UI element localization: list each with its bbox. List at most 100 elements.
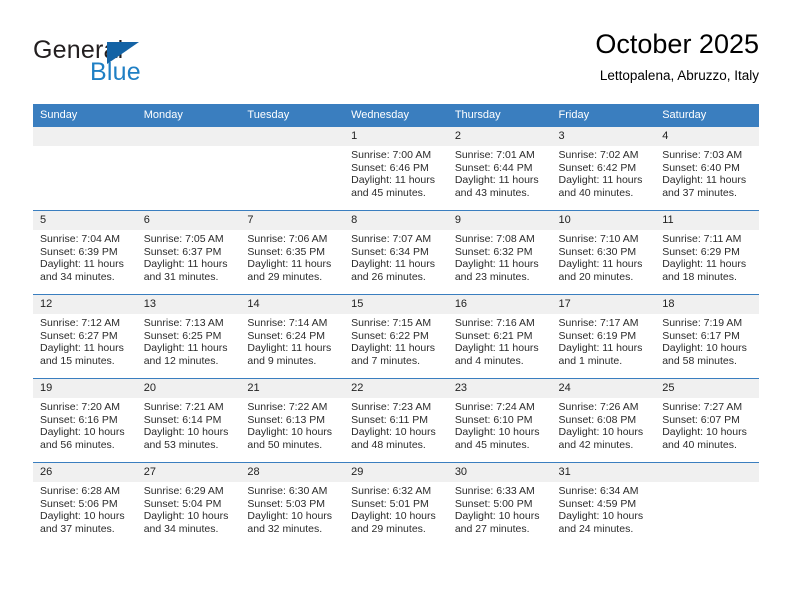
- sunset-text: Sunset: 4:59 PM: [558, 497, 637, 510]
- sunset-text: Sunset: 5:01 PM: [351, 497, 429, 510]
- sunrise-text: Sunrise: 7:02 AM: [558, 149, 639, 161]
- day-number: 25: [655, 379, 759, 398]
- sunset-text: Sunset: 6:08 PM: [558, 413, 637, 426]
- calendar-day-cell[interactable]: 1 Sunrise: 7:00 AM Sunset: 6:46 PM Daylight…: [344, 126, 448, 211]
- calendar-table: Sunday Monday Tuesday Wednesday Thursday Frid…: [33, 104, 759, 546]
- sunrise-text: Sunrise: 6:30 AM: [247, 485, 328, 497]
- sunrise-text: Sunrise: 7:12 AM: [40, 317, 120, 329]
- sunset-text: Sunset: 6:07 PM: [662, 413, 740, 426]
- calendar-day-cell[interactable]: 24 Sunrise: 7:26 AM Sunset: 6:08 PM Dayligh…: [551, 378, 656, 463]
- sunrise-text: Sunrise: 7:03 AM: [662, 149, 743, 161]
- day-sun-info: Sunrise: 7:12 AM Sunset: 6:27 PM Daylight:…: [33, 314, 137, 367]
- daylight-text-line1: Daylight: 11 hours: [454, 342, 539, 355]
- calendar-day-cell[interactable]: 22 Sunrise: 7:23 AM Sunset: 6:11 PM Dayligh…: [344, 378, 448, 463]
- calendar-day-cell[interactable]: 21 Sunrise: 7:22 AM Sunset: 6:13 PM Dayligh…: [240, 378, 345, 463]
- title-block: October 2025 Lettopalena, Abruzzo, Italy: [595, 28, 759, 87]
- day-sun-info: Sunrise: 6:33 AM Sunset: 5:00 PM Daylight:…: [448, 482, 552, 535]
- daylight-text-line2: and 27 minutes.: [454, 522, 530, 535]
- day-sun-info: Sunrise: 7:19 AM Sunset: 6:17 PM Daylight:…: [655, 314, 759, 367]
- calendar-day-cell[interactable]: 4 Sunrise: 7:03 AM Sunset: 6:40 PM Daylight…: [655, 126, 759, 211]
- daylight-text-line2: and 7 minutes.: [351, 354, 420, 367]
- sunset-text: Sunset: 6:46 PM: [351, 161, 429, 174]
- daylight-text-line1: Daylight: 11 hours: [351, 342, 435, 355]
- calendar-day-cell[interactable]: 14 Sunrise: 7:14 AM Sunset: 6:24 PM Dayligh…: [240, 294, 345, 379]
- day-sun-info: Sunrise: 7:04 AM Sunset: 6:39 PM Daylight:…: [33, 230, 137, 283]
- daylight-text-line2: and 40 minutes.: [558, 186, 634, 199]
- calendar-day-cell[interactable]: 8 Sunrise: 7:07 AM Sunset: 6:34 PM Daylight…: [344, 210, 448, 295]
- weekday-header-thursday: Thursday: [447, 104, 552, 127]
- calendar-day-cell[interactable]: 9 Sunrise: 7:08 AM Sunset: 6:32 PM Daylight…: [447, 210, 552, 295]
- sunset-text: Sunset: 6:21 PM: [454, 329, 533, 342]
- day-sun-info: Sunrise: 7:15 AM Sunset: 6:22 PM Daylight:…: [344, 314, 448, 367]
- calendar-day-cell[interactable]: 6 Sunrise: 7:05 AM Sunset: 6:37 PM Daylight…: [136, 210, 241, 295]
- day-number: 22: [344, 379, 448, 398]
- daylight-text-line1: Daylight: 10 hours: [558, 426, 644, 439]
- calendar-day-cell[interactable]: 5 Sunrise: 7:04 AM Sunset: 6:39 PM Daylight…: [33, 210, 137, 295]
- sunset-text: Sunset: 6:17 PM: [662, 329, 740, 342]
- calendar-day-cell[interactable]: 20 Sunrise: 7:21 AM Sunset: 6:14 PM Dayligh…: [136, 378, 241, 463]
- weekday-header-monday: Monday: [136, 104, 241, 127]
- daylight-text-line2: and 15 minutes.: [40, 354, 115, 367]
- day-number: 24: [551, 379, 656, 398]
- calendar-day-cell[interactable]: 17 Sunrise: 7:17 AM Sunset: 6:19 PM Dayligh…: [551, 294, 656, 379]
- page-subtitle-location: Lettopalena, Abruzzo, Italy: [599, 68, 759, 83]
- daylight-text-line2: and 40 minutes.: [662, 438, 737, 451]
- daylight-text-line2: and 48 minutes.: [351, 438, 426, 451]
- day-sun-info: Sunrise: 7:07 AM Sunset: 6:34 PM Daylight:…: [344, 230, 448, 283]
- sunrise-text: Sunrise: 7:08 AM: [454, 233, 535, 245]
- day-sun-info: Sunrise: 7:22 AM Sunset: 6:13 PM Daylight:…: [240, 398, 344, 451]
- sunset-text: Sunset: 5:03 PM: [247, 497, 326, 510]
- calendar-day-cell[interactable]: 2 Sunrise: 7:01 AM Sunset: 6:44 PM Daylight…: [447, 126, 552, 211]
- weekday-header-sunday: Sunday: [33, 104, 137, 127]
- daylight-text-line1: Daylight: 11 hours: [662, 174, 747, 187]
- calendar-day-cell[interactable]: 12 Sunrise: 7:12 AM Sunset: 6:27 PM Dayligh…: [33, 294, 137, 379]
- calendar-day-cell[interactable]: 27 Sunrise: 6:29 AM Sunset: 5:04 PM Dayligh…: [136, 462, 241, 546]
- day-number: 23: [447, 379, 552, 398]
- daylight-text-line1: Daylight: 11 hours: [454, 174, 539, 187]
- calendar-day-cell[interactable]: 13 Sunrise: 7:13 AM Sunset: 6:25 PM Dayligh…: [136, 294, 241, 379]
- calendar-day-cell[interactable]: 15 Sunrise: 7:15 AM Sunset: 6:22 PM Dayligh…: [344, 294, 448, 379]
- day-number: 14: [240, 295, 345, 314]
- day-sun-info: Sunrise: 7:06 AM Sunset: 6:35 PM Daylight:…: [240, 230, 344, 283]
- day-number: 18: [655, 295, 759, 314]
- calendar-day-cell[interactable]: 11 Sunrise: 7:11 AM Sunset: 6:29 PM Dayligh…: [655, 210, 759, 295]
- calendar-day-cell[interactable]: 26 Sunrise: 6:28 AM Sunset: 5:06 PM Dayligh…: [33, 462, 137, 546]
- sunset-text: Sunset: 6:25 PM: [143, 329, 222, 342]
- daylight-text-line1: Daylight: 10 hours: [558, 510, 644, 523]
- daylight-text-line1: Daylight: 10 hours: [454, 510, 540, 523]
- day-number: 26: [33, 463, 137, 482]
- calendar-day-cell[interactable]: 3 Sunrise: 7:02 AM Sunset: 6:42 PM Daylight…: [551, 126, 656, 211]
- sunset-text: Sunset: 5:06 PM: [40, 497, 118, 510]
- calendar-page: General Blue October 2025 Lettopalena, A…: [0, 0, 792, 612]
- daylight-text-line2: and 53 minutes.: [143, 438, 219, 451]
- day-number: 3: [551, 127, 656, 146]
- day-number: 7: [240, 211, 345, 230]
- general-blue-logo[interactable]: General Blue: [33, 36, 263, 94]
- calendar-day-cell[interactable]: 7 Sunrise: 7:06 AM Sunset: 6:35 PM Daylight…: [240, 210, 345, 295]
- page-header: General Blue October 2025 Lettopalena, A…: [33, 28, 759, 98]
- calendar-day-cell[interactable]: 25 Sunrise: 7:27 AM Sunset: 6:07 PM Dayligh…: [655, 378, 759, 463]
- logo-text-blue: Blue: [90, 58, 141, 86]
- sunset-text: Sunset: 6:27 PM: [40, 329, 118, 342]
- daylight-text-line1: Daylight: 11 hours: [662, 258, 747, 271]
- calendar-week-row: 1 Sunrise: 7:00 AM Sunset: 6:46 PM Daylight…: [33, 126, 759, 211]
- calendar-day-cell[interactable]: 10 Sunrise: 7:10 AM Sunset: 6:30 PM Dayligh…: [551, 210, 656, 295]
- calendar-day-cell[interactable]: 16 Sunrise: 7:16 AM Sunset: 6:21 PM Dayligh…: [447, 294, 552, 379]
- calendar-day-cell[interactable]: 29 Sunrise: 6:32 AM Sunset: 5:01 PM Dayligh…: [344, 462, 448, 546]
- day-number: 28: [240, 463, 345, 482]
- day-sun-info: Sunrise: 7:16 AM Sunset: 6:21 PM Daylight:…: [448, 314, 552, 367]
- calendar-day-cell[interactable]: 19 Sunrise: 7:20 AM Sunset: 6:16 PM Dayligh…: [33, 378, 137, 463]
- calendar-day-cell[interactable]: 28 Sunrise: 6:30 AM Sunset: 5:03 PM Dayligh…: [240, 462, 345, 546]
- daylight-text-line2: and 37 minutes.: [662, 186, 737, 199]
- calendar-day-cell[interactable]: 23 Sunrise: 7:24 AM Sunset: 6:10 PM Dayligh…: [447, 378, 552, 463]
- calendar-grid: Sunday Monday Tuesday Wednesday Thursday Frid…: [33, 104, 759, 546]
- sunset-text: Sunset: 6:10 PM: [454, 413, 533, 426]
- day-number: [655, 463, 759, 482]
- day-number: 27: [136, 463, 241, 482]
- calendar-day-cell[interactable]: 31 Sunrise: 6:34 AM Sunset: 4:59 PM Dayligh…: [551, 462, 656, 546]
- calendar-day-cell[interactable]: 18 Sunrise: 7:19 AM Sunset: 6:17 PM Dayligh…: [655, 294, 759, 379]
- sunrise-text: Sunrise: 7:00 AM: [351, 149, 432, 161]
- day-sun-info: Sunrise: 7:23 AM Sunset: 6:11 PM Daylight:…: [344, 398, 448, 451]
- calendar-day-cell[interactable]: 30 Sunrise: 6:33 AM Sunset: 5:00 PM Dayligh…: [447, 462, 552, 546]
- sunset-text: Sunset: 6:34 PM: [351, 245, 429, 258]
